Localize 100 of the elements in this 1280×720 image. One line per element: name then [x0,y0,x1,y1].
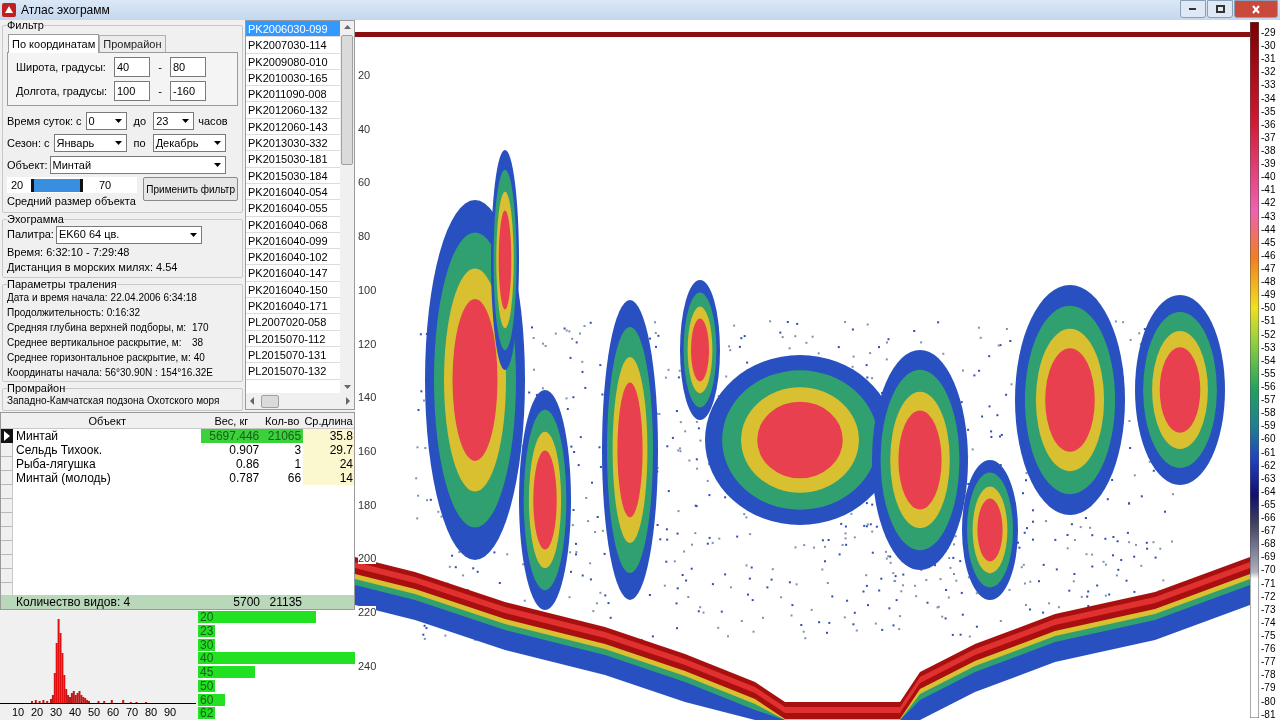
depth-label: 20 [358,69,371,81]
scale-label: -59 [1261,421,1276,432]
scale-label: -41 [1261,185,1276,196]
app-logo-icon [2,3,16,17]
caret-icon [114,119,122,123]
hour-from-dropdown[interactable]: 0 [85,112,127,130]
scale-label: -33 [1261,80,1276,91]
scale-label: -31 [1261,54,1276,65]
group-title: Параметры траления [7,278,117,290]
axis-label: 10 [12,705,26,719]
scale-label: -43 [1261,211,1276,222]
scroll-right-icon [345,397,351,405]
column-header[interactable]: Ср.длина [303,413,354,428]
longitude-to-field[interactable]: -160 [170,81,206,101]
field-label: Объект: [7,157,48,173]
close-button[interactable] [1234,0,1278,18]
apply-filter-button[interactable]: Применить фильтр [143,177,238,201]
scale-label: -52 [1261,329,1276,340]
scale-label: -60 [1261,434,1276,445]
scale-label: -49 [1261,290,1276,301]
row-header[interactable] [1,429,13,443]
bar-label: 62 [200,706,214,720]
bar-label: 40 [200,651,214,666]
depth-label: 180 [358,498,377,511]
scale-label: -78 [1261,670,1276,681]
scale-label: -57 [1261,395,1276,406]
scroll-thumb[interactable] [261,394,279,408]
info-value: 40 [193,350,205,365]
bar-label: 30 [200,637,214,652]
range-separator: - [157,59,163,75]
scale-label: -61 [1261,447,1276,458]
scale-label: -38 [1261,146,1276,156]
vertical-scrollbar[interactable] [340,21,354,393]
depth-label: 200 [358,552,377,565]
longitude-from-field[interactable]: 100 [114,81,150,101]
scale-label: -35 [1261,106,1276,117]
scale-label: -69 [1261,552,1276,563]
axis-label: 70 [126,705,140,719]
scale-label: -79 [1261,683,1276,694]
info-value: 38 [192,335,204,350]
field-label: Долгота, градусы: [16,83,109,99]
column-header[interactable]: Объект [12,413,202,428]
table-cell-text: Сельдь Тихоок. [14,443,104,457]
depth-label: 140 [358,391,377,404]
field-label: Сезон: с [7,135,50,151]
table-cell-text: Рыба-лягушка [14,457,97,471]
range-slider[interactable] [31,178,83,192]
scale-label: -56 [1261,381,1276,392]
table-cell: 29.7 [303,443,354,457]
tab[interactable]: Промрайон [99,35,166,52]
field-label: часов [198,113,228,129]
maximize-button[interactable] [1207,0,1233,18]
axis-label: 50 [88,705,102,719]
scale-label: -45 [1261,237,1276,248]
caret-icon [213,141,221,145]
info-label: Средняя глубина верхней подборы, м: [7,320,188,335]
palette-dropdown[interactable]: EK60 64 цв. [55,225,202,244]
column-header[interactable]: Вес, кг [201,413,262,428]
bar-label: 50 [200,678,214,693]
season-to-dropdown[interactable]: Декабрь [152,134,226,152]
hour-to-dropdown[interactable]: 23 [153,112,195,130]
bar-label: 60 [200,692,214,707]
minimize-button[interactable] [1180,0,1206,18]
horizontal-scrollbar[interactable] [246,393,354,409]
maximize-icon [1215,4,1225,14]
window-title: Атлас эхограмм [21,2,110,19]
depth-label: 40 [358,122,371,135]
scale-label: -32 [1261,67,1276,78]
footer-cell-text: 5700 [232,595,261,609]
bar-label: 45 [200,665,214,679]
tab[interactable]: По координатам [8,34,100,53]
footer-cell-text: Количество видов: 4 [15,595,132,609]
info-value: 22.04.2006 6:34:18 [110,290,197,305]
slider-value: 70 [99,177,112,193]
caret-icon [189,232,197,237]
info-value: 56°30.90N : 154°16.32E [104,365,213,380]
season-from-dropdown[interactable]: Январь [53,134,127,152]
scale-label: -53 [1261,342,1276,353]
latitude-to-field[interactable]: 80 [170,57,206,77]
scale-label: -34 [1261,93,1276,104]
scroll-thumb[interactable] [341,35,353,165]
scale-label: -63 [1261,473,1276,484]
depth-label: 80 [358,230,371,243]
axis-label: 90 [164,705,178,719]
latitude-from-field[interactable]: 40 [114,57,150,77]
column-header[interactable]: Кол-во [261,413,304,428]
table-cell: 21065 [261,429,304,443]
scale-label: -54 [1261,355,1276,366]
scale-label: -42 [1261,198,1276,209]
range-separator: - [157,83,163,99]
scale-label: -62 [1261,460,1276,471]
scale-label: -74 [1261,617,1276,628]
group-title: Эхограмма [7,213,64,225]
object-dropdown[interactable]: Минтай [49,156,226,174]
scale-label: -51 [1261,316,1276,327]
scale-label: -68 [1261,539,1276,550]
scale-label: -80 [1261,696,1276,707]
info-label: Среднее горизонтальное раскрытие, м: [7,350,191,365]
scale-label: -64 [1261,486,1276,497]
axis-label: 20 [31,705,45,719]
